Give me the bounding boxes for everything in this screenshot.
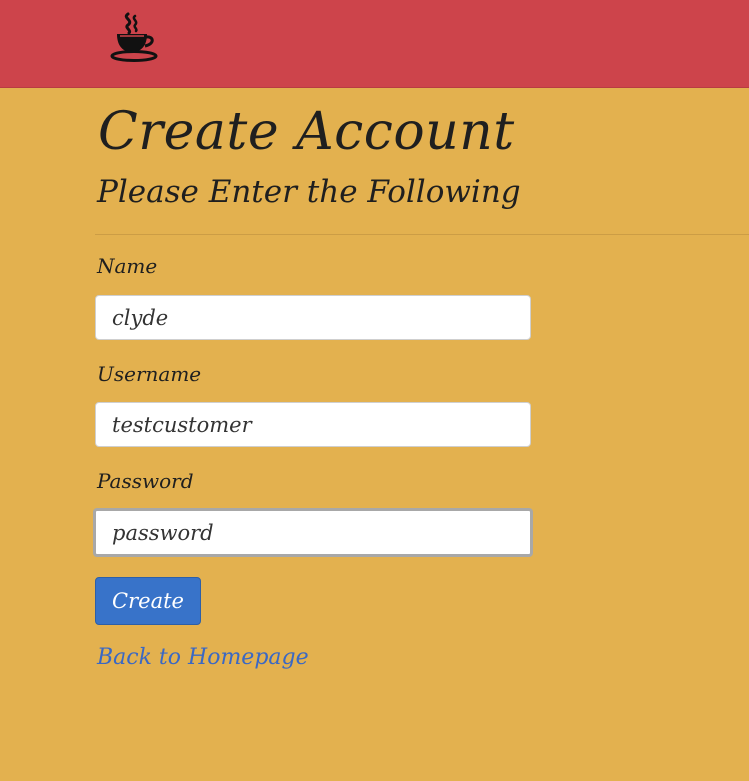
top-navbar [0,0,749,88]
password-input[interactable] [93,508,533,557]
create-button[interactable]: Create [95,577,201,625]
coffee-cup-icon [110,12,158,62]
back-to-homepage-link[interactable]: Back to Homepage [97,645,309,670]
name-input[interactable] [95,295,531,340]
page-subtitle: Please Enter the Following [97,174,521,210]
name-label: Name [97,254,158,278]
password-label: Password [97,469,194,493]
username-label: Username [97,362,202,386]
username-input[interactable] [95,402,531,447]
page-title: Create Account [98,102,515,162]
divider [95,234,749,235]
home-logo-link[interactable] [108,10,160,64]
